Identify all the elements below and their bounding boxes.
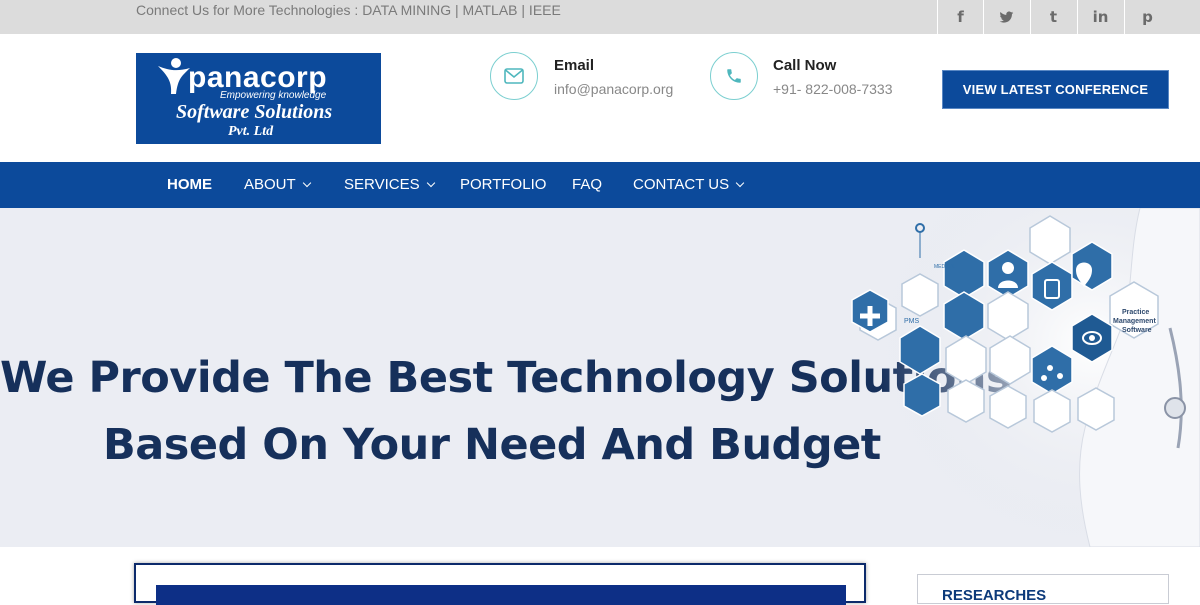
phone-link[interactable]: +91- 822-008-7333 [773, 81, 893, 97]
nav-services[interactable]: SERVICES [344, 176, 435, 193]
email-link[interactable]: info@panacorp.org [554, 81, 673, 97]
linkedin-icon[interactable]: in [1077, 0, 1123, 34]
view-latest-conference-button[interactable]: VIEW LATEST CONFERENCE [942, 70, 1169, 109]
chevron-down-icon [426, 178, 435, 187]
nav-faq-label: FAQ [572, 176, 603, 193]
nav-faq[interactable]: FAQ [572, 176, 602, 193]
company-logo[interactable]: panacorp Empowering knowledge Software S… [136, 53, 381, 144]
pinterest-icon[interactable]: p [1124, 0, 1170, 34]
hero-subheadline: Based On Your Need And Budget [103, 420, 881, 470]
main-nav: HOME ABOUT SERVICES PORTFOLIO FAQ CONTAC… [0, 162, 1200, 208]
twitter-icon[interactable] [983, 0, 1029, 34]
practice-label-2: Management [1113, 318, 1156, 325]
researches-title: RESEARCHES [942, 587, 1047, 604]
practice-label-3: Software [1122, 327, 1152, 334]
medical-label: MEDICAL [934, 264, 956, 270]
practice-label-1: Practice [1122, 309, 1149, 316]
nav-about-label: ABOUT [244, 176, 296, 193]
chevron-down-icon [735, 178, 745, 187]
logo-slogan: Empowering knowledge [220, 90, 327, 101]
pms-label: PMS [904, 318, 920, 325]
top-bar: Connect Us for More Technologies : DATA … [0, 0, 1200, 34]
content-panel [134, 563, 866, 605]
chevron-down-icon [302, 178, 311, 187]
nav-home-label: HOME [167, 176, 212, 193]
content-panel-header [156, 585, 846, 605]
nav-about[interactable]: ABOUT [244, 176, 311, 193]
logo-suffix: Pvt. Ltd [228, 124, 274, 139]
hero-banner: We Provide The Best Technology Solutions… [0, 208, 1200, 547]
nav-home[interactable]: HOME [167, 176, 212, 193]
medical-tech-illustration: PMS MEDICAL Practice Management Software [840, 208, 1200, 547]
phone-icon [710, 52, 758, 100]
nav-contact-us[interactable]: CONTACT US [633, 176, 745, 193]
email-title: Email [554, 57, 595, 74]
facebook-icon[interactable]: f [937, 0, 983, 34]
nav-services-label: SERVICES [344, 176, 420, 193]
tumblr-icon[interactable]: t [1030, 0, 1076, 34]
logo-subtitle: Software Solutions [176, 101, 333, 123]
email-icon [490, 52, 538, 100]
phone-title: Call Now [773, 57, 837, 74]
top-tagline: Connect Us for More Technologies : DATA … [136, 2, 561, 18]
nav-portfolio-label: PORTFOLIO [460, 176, 547, 193]
nav-portfolio[interactable]: PORTFOLIO [460, 176, 546, 193]
nav-contact-label: CONTACT US [633, 176, 730, 193]
